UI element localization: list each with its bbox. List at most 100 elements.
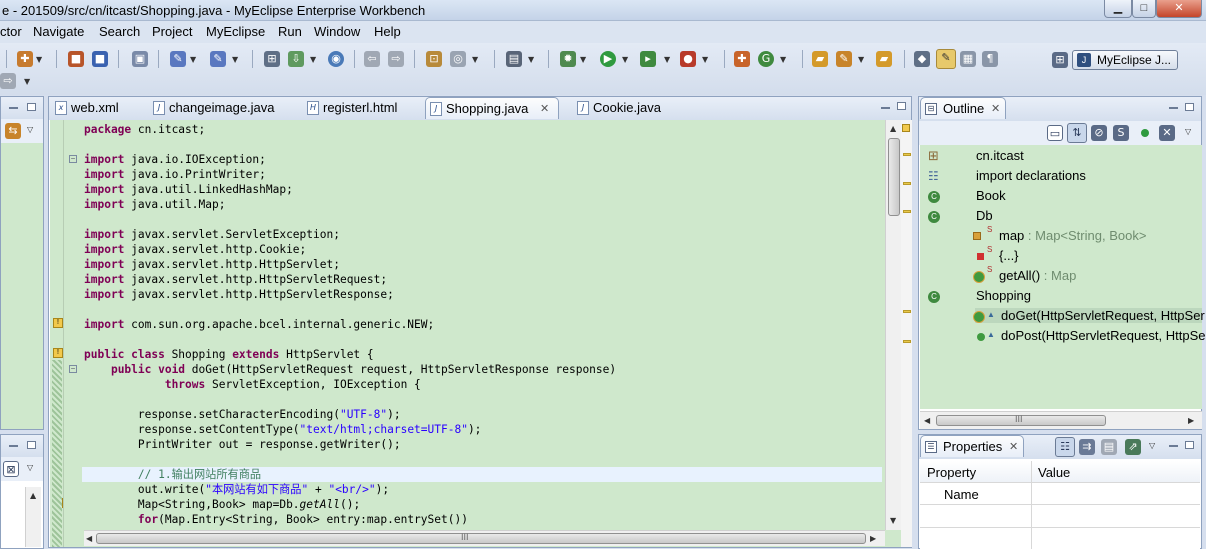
menu-editor[interactable]: ctor [0, 24, 22, 39]
new-project-icon[interactable]: ✚ [734, 51, 750, 67]
tab-shopping-java[interactable]: J Shopping.java ✕ [425, 97, 559, 119]
maximize-icon[interactable] [27, 441, 36, 449]
nav-forward-icon[interactable]: ⇨ [0, 73, 16, 89]
deploy-icon[interactable]: ✎ [170, 51, 186, 67]
library-icon[interactable]: ■ [92, 51, 108, 67]
block-selection-icon[interactable]: ▦ [960, 51, 976, 67]
code-line[interactable]: response.setContentType("text/html;chars… [84, 422, 884, 437]
outline-node-book[interactable]: C Book [928, 188, 1006, 203]
run-icon[interactable]: ▶ [600, 51, 616, 67]
external-tools-icon[interactable]: ● [680, 51, 696, 67]
code-line[interactable]: // 1.输出网站所有商品 [82, 467, 882, 482]
hide-static-icon[interactable]: S [1113, 125, 1129, 141]
code-line[interactable]: import com.sun.org.apache.bcel.internal.… [84, 317, 884, 332]
chevron-down-icon[interactable]: ▼ [858, 55, 864, 64]
new-package-icon[interactable]: G [758, 51, 774, 67]
console-icon[interactable]: ▤ [506, 51, 522, 67]
scroll-down-icon[interactable]: ▼ [890, 516, 896, 525]
menu-window[interactable]: Window [314, 24, 360, 39]
categories-icon[interactable]: ☷ [1055, 437, 1075, 457]
collapse-icon[interactable]: − [69, 365, 77, 373]
new-icon[interactable]: ✚ [17, 51, 33, 67]
view-menu-icon[interactable]: ▽ [1185, 127, 1191, 136]
view-menu-icon[interactable]: ▽ [27, 125, 33, 134]
web-services-icon[interactable]: ⇩ [288, 51, 304, 67]
outline-node-package[interactable]: ⊞ cn.itcast [928, 148, 1024, 164]
pin-icon[interactable]: ⇗ [1125, 439, 1141, 455]
minimize-icon[interactable] [9, 445, 18, 447]
menu-help[interactable]: Help [374, 24, 401, 39]
source-code[interactable]: package cn.itcast; import java.io.IOExcep… [82, 122, 884, 527]
toggle-mark-icon[interactable]: ◆ [914, 51, 930, 67]
code-line[interactable]: import java.io.PrintWriter; [84, 167, 884, 182]
code-line[interactable] [84, 392, 884, 407]
tab-changeimage-java[interactable]: Jchangeimage.java [149, 97, 275, 119]
chevron-down-icon[interactable]: ▼ [702, 55, 708, 64]
tab-cookie-java[interactable]: J Cookie.java [573, 97, 661, 119]
hide-fields-icon[interactable]: ⊘ [1091, 125, 1107, 141]
code-line[interactable]: out.write("本网站有如下商品" + "<br/>"); [84, 482, 884, 497]
code-line[interactable]: for(Map.Entry<String, Book> entry:map.en… [84, 512, 884, 527]
maximize-icon[interactable] [1185, 441, 1194, 449]
maximize-icon[interactable] [1185, 103, 1194, 111]
close-tab-icon[interactable]: ✕ [540, 98, 549, 120]
code-line[interactable]: import java.util.Map; [84, 197, 884, 212]
close-tab-icon[interactable]: ✕ [1009, 436, 1018, 458]
chevron-down-icon[interactable]: ▼ [310, 55, 316, 64]
code-line[interactable] [84, 137, 884, 152]
outline-tree[interactable]: ⊞ cn.itcast ☷ import declarations C Book… [920, 145, 1206, 409]
refactor-icon[interactable]: ◎ [450, 51, 466, 67]
code-line[interactable]: package cn.itcast; [84, 122, 884, 137]
close-tab-icon[interactable]: ✕ [991, 98, 1000, 120]
code-line[interactable]: import javax.servlet.http.HttpServletRes… [84, 287, 884, 302]
run-last-icon[interactable]: ▸ [640, 51, 656, 67]
chevron-down-icon[interactable]: ▼ [528, 55, 534, 64]
chevron-down-icon[interactable]: ▼ [232, 55, 238, 64]
maximize-button[interactable]: □ [1132, 0, 1156, 18]
chevron-down-icon[interactable]: ▼ [472, 55, 478, 64]
code-line[interactable] [84, 332, 884, 347]
maximize-icon[interactable] [897, 102, 906, 110]
outline-node-getall[interactable]: S getAll() : Map [973, 265, 1076, 283]
view-menu-icon[interactable]: ▽ [1149, 441, 1155, 450]
new-class-icon[interactable]: ⊡ [426, 51, 442, 67]
code-line[interactable]: import javax.servlet.http.HttpServletReq… [84, 272, 884, 287]
code-line[interactable]: Map<String,Book> map=Db.getAll(); [84, 497, 884, 512]
code-line[interactable]: import java.io.IOException; [84, 152, 884, 167]
collapse-all-icon[interactable]: ▭ [1047, 125, 1063, 141]
tab-properties[interactable]: ☰ Properties ✕ [920, 435, 1024, 457]
menu-project[interactable]: Project [152, 24, 192, 39]
highlight-icon[interactable]: ✎ [936, 49, 956, 69]
column-header-value[interactable]: Value [1038, 465, 1070, 480]
outline-node-map[interactable]: S map : Map<String, Book> [973, 225, 1146, 243]
maximize-icon[interactable] [27, 103, 36, 111]
scroll-up-icon[interactable]: ▲ [890, 124, 896, 133]
code-line[interactable]: import javax.servlet.ServletException; [84, 227, 884, 242]
chevron-down-icon[interactable]: ▼ [24, 77, 30, 86]
minimize-icon[interactable] [9, 107, 18, 109]
sort-icon[interactable]: ⇅ [1067, 123, 1087, 143]
close-button[interactable]: ✕ [1156, 0, 1202, 18]
outline-node-dopost[interactable]: ▲ doPost(HttpServletRequest, HttpSe [975, 328, 1206, 343]
outline-node-static-init[interactable]: S {...} [975, 245, 1019, 263]
code-line[interactable]: throws ServletException, IOException { [84, 377, 884, 392]
restore-default-icon[interactable]: ▤ [1101, 439, 1117, 455]
code-line[interactable]: import java.util.LinkedHashMap; [84, 182, 884, 197]
scroll-thumb[interactable]: III [936, 414, 1106, 426]
task-icon[interactable]: ▰ [876, 51, 892, 67]
code-line[interactable]: public class Shopping extends HttpServle… [84, 347, 884, 362]
left-bottom-scrollbar[interactable]: ▲ [25, 487, 41, 547]
outline-node-shopping[interactable]: C Shopping [928, 288, 1031, 303]
grid-icon[interactable]: ⊠ [3, 461, 19, 477]
editor-text-area[interactable]: ! ! ! − − package cn.itcast; import java.… [50, 120, 912, 547]
code-line[interactable] [84, 302, 884, 317]
chevron-down-icon[interactable]: ▼ [580, 55, 586, 64]
view-menu-icon[interactable]: ▽ [27, 463, 33, 472]
hide-local-types-icon[interactable]: ✕ [1159, 125, 1175, 141]
outline-horizontal-scrollbar[interactable]: ◀ III ▶ [920, 411, 1202, 429]
tab-registerl-html[interactable]: Hregisterl.html [303, 97, 397, 119]
save-all-icon[interactable]: ▣ [132, 51, 148, 67]
server-icon[interactable]: ✎ [210, 51, 226, 67]
filter-icon[interactable]: ⇉ [1079, 439, 1095, 455]
scroll-thumb[interactable] [888, 138, 900, 216]
